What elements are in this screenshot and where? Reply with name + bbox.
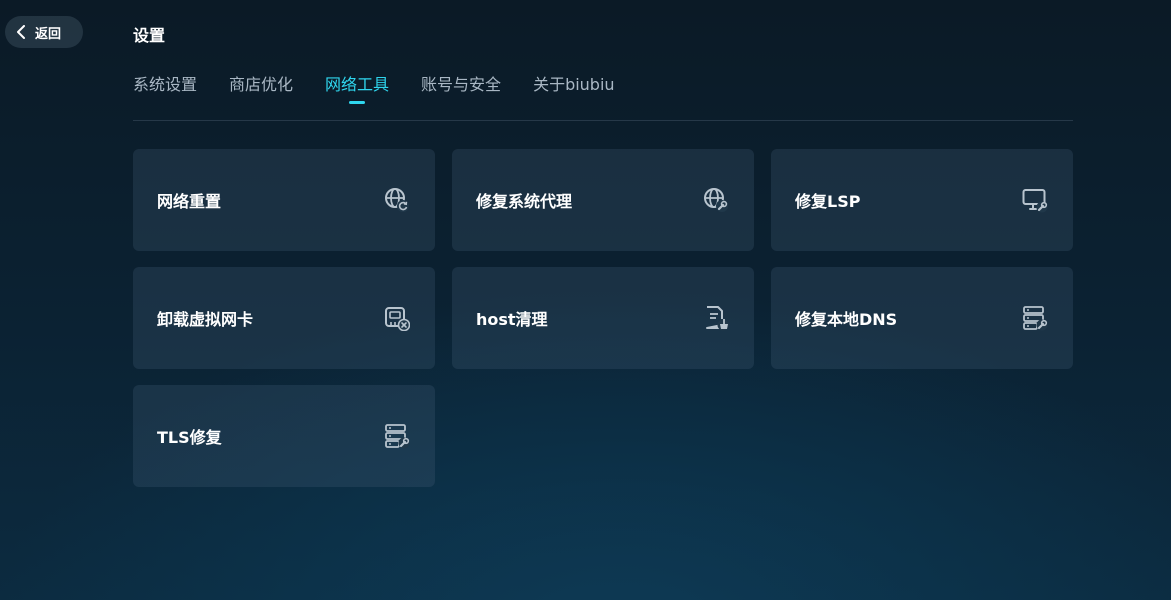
tool-label: 修复系统代理 <box>476 192 573 211</box>
document-broom-icon <box>702 304 730 332</box>
tool-card-fix-system-proxy[interactable]: 修复系统代理 <box>452 149 754 251</box>
tool-card-host-cleanup[interactable]: host清理 <box>452 267 754 369</box>
tool-card-network-reset[interactable]: 网络重置 <box>133 149 435 251</box>
page-title: 设置 <box>133 26 166 45</box>
tab-account-security[interactable]: 账号与安全 <box>421 74 501 104</box>
tabs-divider <box>133 120 1073 121</box>
tool-label: TLS修复 <box>157 428 222 447</box>
server-wrench-icon <box>1021 304 1049 332</box>
server-wrench-icon <box>383 422 411 450</box>
globe-wrench-icon <box>702 186 730 214</box>
globe-refresh-icon <box>383 186 411 214</box>
tool-card-fix-local-dns[interactable]: 修复本地DNS <box>771 267 1073 369</box>
network-card-remove-icon <box>383 304 411 332</box>
tool-card-tls-repair[interactable]: TLS修复 <box>133 385 435 487</box>
tool-card-uninstall-virtual-nic[interactable]: 卸载虚拟网卡 <box>133 267 435 369</box>
tool-card-fix-lsp[interactable]: 修复LSP <box>771 149 1073 251</box>
tool-label: 卸载虚拟网卡 <box>157 310 254 329</box>
tool-label: host清理 <box>476 310 548 329</box>
back-button[interactable]: 返回 <box>5 16 83 48</box>
tab-about[interactable]: 关于biubiu <box>533 74 615 104</box>
monitor-wrench-icon <box>1021 186 1049 214</box>
tool-label: 修复本地DNS <box>795 310 898 329</box>
chevron-left-icon <box>17 25 25 39</box>
tab-system-settings[interactable]: 系统设置 <box>133 74 197 104</box>
tab-store-optimization[interactable]: 商店优化 <box>229 74 293 104</box>
tool-label: 修复LSP <box>795 192 861 211</box>
tools-grid: 网络重置 修复系统代理 修复LSP 卸载虚拟网卡 host清理 修复本地DNS … <box>133 149 1073 487</box>
tool-label: 网络重置 <box>157 192 222 211</box>
settings-tabs: 系统设置 商店优化 网络工具 账号与安全 关于biubiu <box>133 74 615 104</box>
back-label: 返回 <box>35 26 62 42</box>
tab-network-tools[interactable]: 网络工具 <box>325 74 389 104</box>
